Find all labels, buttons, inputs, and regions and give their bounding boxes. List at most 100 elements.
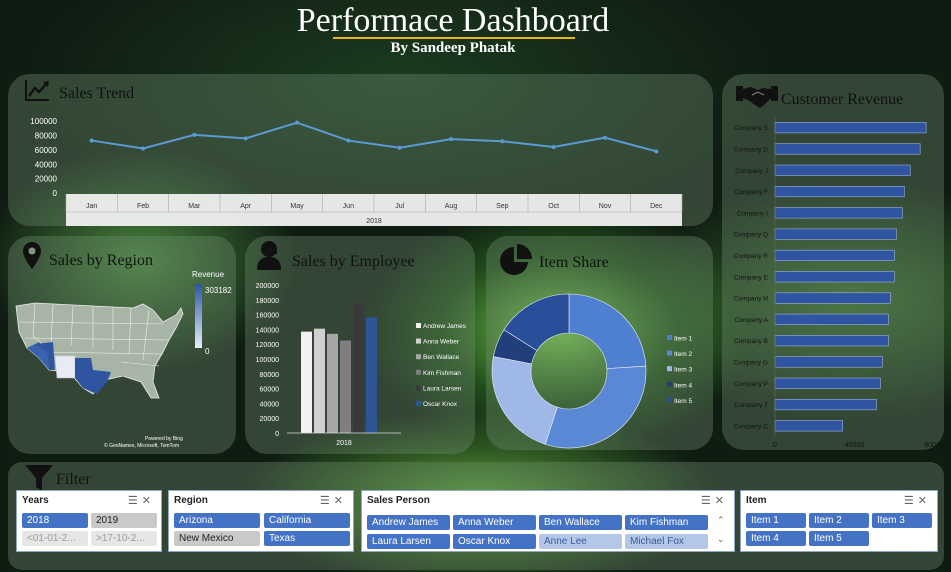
- category-label: Company G: [733, 359, 768, 366]
- employee-bar: [340, 340, 351, 433]
- y-tick-label: 80000: [260, 372, 280, 379]
- x-tick-label: Feb: [137, 203, 149, 210]
- x-tick-label: Jun: [343, 203, 354, 210]
- sales-by-region-title: Sales by Region: [49, 252, 153, 269]
- category-label: Company P: [734, 381, 768, 388]
- revenue-legend-max: 303182: [205, 286, 232, 295]
- donut-slice: [544, 365, 647, 449]
- item-slicer-title: Item: [746, 495, 767, 506]
- category-label: Company J: [735, 168, 768, 175]
- employee-bar: [301, 331, 312, 433]
- multi-select-icon[interactable]: ☰: [128, 495, 142, 507]
- legend-label: Kim Fishman: [423, 370, 461, 377]
- slicer-item-2019[interactable]: 2019: [91, 513, 157, 528]
- legend-swatch: [416, 338, 421, 344]
- x-tick-label: Sep: [496, 203, 509, 210]
- revenue-bar: [774, 143, 921, 155]
- map-attribution-sources: © GeoNames, Microsoft, TomTom: [104, 443, 179, 449]
- revenue-legend-min: 0: [205, 347, 210, 356]
- legend-swatch: [416, 369, 421, 375]
- sales-trend-chart: 100000 80000 60000 40000 20000 0 Jan Feb Mar Apr M…: [30, 117, 683, 226]
- sales-person-slicer: Sales Person ☰✕ Andrew James Anna Weber …: [361, 490, 735, 552]
- x-tick-label: Oct: [548, 203, 559, 210]
- revenue-bar: [774, 335, 889, 347]
- clear-filter-icon[interactable]: ✕: [715, 495, 728, 507]
- legend-swatch: [667, 350, 672, 356]
- slicer-item-2018[interactable]: 2018: [22, 513, 88, 528]
- clear-filter-icon[interactable]: ✕: [918, 495, 931, 507]
- x-tick-label: 2018: [336, 440, 352, 447]
- sales-person-slicer-title: Sales Person: [367, 495, 430, 506]
- slicer-item-new-mexico[interactable]: New Mexico: [174, 531, 260, 546]
- legend-swatch: [416, 323, 421, 328]
- multi-select-icon[interactable]: ☰: [701, 495, 715, 507]
- customer-revenue-chart: Company S Company D Company J Company F Comp…: [733, 117, 944, 449]
- revenue-bar: [774, 228, 897, 240]
- revenue-bar: [774, 249, 895, 261]
- slicer-item-oscar-knox[interactable]: Oscar Knox: [453, 534, 536, 549]
- multi-select-icon[interactable]: ☰: [904, 495, 918, 507]
- legend-swatch: [667, 335, 672, 340]
- slicer-item-item4[interactable]: Item 4: [746, 531, 806, 546]
- slicer-item-after[interactable]: >17-10-2...: [91, 531, 157, 546]
- y-tick-label: 20000: [35, 175, 58, 184]
- clear-filter-icon[interactable]: ✕: [334, 495, 347, 507]
- slicer-scroll-down-icon[interactable]: ⌄: [717, 534, 725, 545]
- multi-select-icon[interactable]: ☰: [320, 495, 334, 507]
- revenue-bar: [774, 377, 881, 389]
- slicer-item-california[interactable]: California: [264, 513, 350, 528]
- slicer-item-arizona[interactable]: Arizona: [174, 513, 260, 528]
- trend-point: [243, 136, 248, 141]
- slicer-item-laura-larsen[interactable]: Laura Larsen: [367, 534, 450, 549]
- employee-bar: [366, 317, 377, 433]
- clear-filter-icon[interactable]: ✕: [142, 495, 155, 507]
- region-slicer-title: Region: [174, 495, 208, 506]
- category-label: Company I: [737, 210, 769, 217]
- y-tick-label: 100000: [30, 117, 57, 126]
- revenue-bar: [774, 398, 877, 411]
- y-tick-label: 20000: [260, 416, 280, 423]
- slicer-item-kim-fishman[interactable]: Kim Fishman: [625, 515, 708, 530]
- revenue-bar: [774, 271, 895, 283]
- category-label: Company Q: [733, 232, 768, 239]
- slicer-item-ben-wallace[interactable]: Ben Wallace: [539, 515, 622, 530]
- slicer-item-item3[interactable]: Item 3: [872, 513, 932, 528]
- category-label: Company B: [734, 338, 768, 345]
- y-tick-label: 140000: [256, 327, 279, 334]
- slicer-item-item1[interactable]: Item 1: [746, 513, 806, 528]
- legend-label: Anna Weber: [423, 339, 460, 346]
- x-tick-label: Nov: [599, 203, 612, 210]
- trend-point: [192, 132, 197, 137]
- slicer-item-item2[interactable]: Item 2: [809, 513, 869, 528]
- region-slicer: Region ☰✕ Arizona California New Mexico …: [168, 490, 354, 552]
- trend-point: [500, 139, 505, 144]
- slicer-item-andrew-james[interactable]: Andrew James: [367, 515, 450, 530]
- employee-bar: [327, 333, 338, 433]
- years-slicer-title: Years: [22, 495, 49, 506]
- y-tick-label: 200000: [256, 283, 279, 290]
- trend-point: [449, 137, 453, 142]
- legend-label: Laura Larsen: [423, 385, 462, 392]
- slicer-item-item5[interactable]: Item 5: [809, 531, 869, 546]
- category-label: Company S: [734, 125, 769, 132]
- employee-bar: [353, 302, 364, 433]
- y-tick-label: 60000: [35, 146, 58, 155]
- item-share-chart: Item 1 Item 2 Item 3 Item 4 Item 5: [491, 293, 692, 449]
- category-label: Company E: [734, 274, 769, 281]
- employee-bar: [314, 328, 325, 433]
- slicer-item-anne-lee[interactable]: Anne Lee: [539, 534, 622, 549]
- revenue-bar: [774, 313, 889, 325]
- trend-point: [295, 120, 299, 125]
- y-tick-label: 40000: [260, 401, 280, 408]
- slicer-scroll-up-icon[interactable]: ⌃: [717, 515, 725, 526]
- slicer-item-texas[interactable]: Texas: [264, 531, 350, 546]
- revenue-bar: [774, 122, 927, 134]
- slicer-item-michael-fox[interactable]: Michael Fox: [625, 534, 708, 549]
- map-pin-icon: [23, 242, 41, 274]
- slicer-item-anna-weber[interactable]: Anna Weber: [453, 515, 536, 530]
- trend-point: [346, 138, 351, 143]
- item-slicer: Item ☰✕ Item 1 Item 2 Item 3 Item 4 Item…: [740, 490, 938, 552]
- x-tick-label: 80000: [924, 442, 944, 449]
- slicer-item-before[interactable]: <01-01-2...: [22, 531, 88, 546]
- x-tick-label: Jan: [86, 203, 97, 210]
